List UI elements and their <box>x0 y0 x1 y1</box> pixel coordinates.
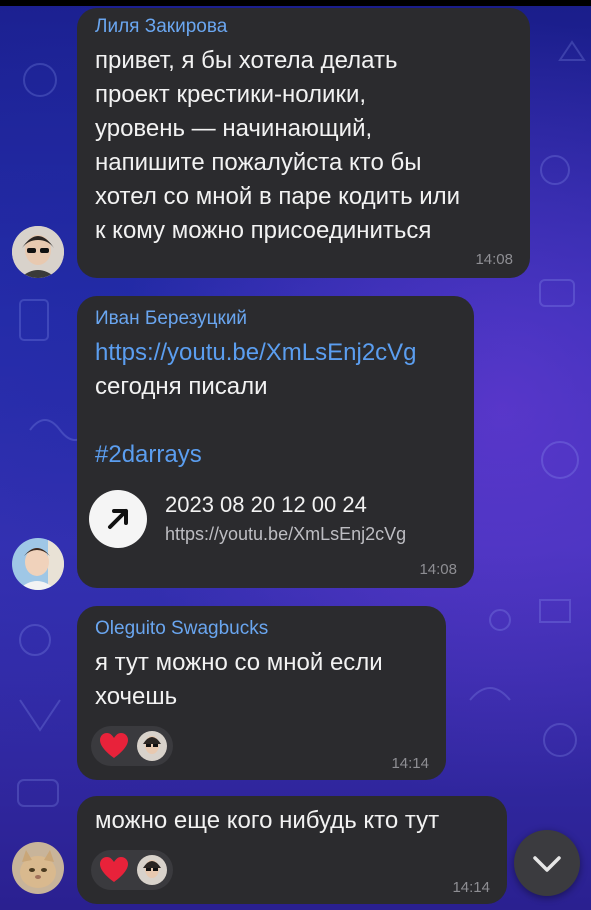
link-preview-url: https://youtu.be/XmLsEnj2cVg <box>165 524 407 544</box>
message-line: хотел со мной в паре кодить или <box>95 183 461 210</box>
message-line: проект крестики-нолики, <box>95 81 367 108</box>
message-text: я тут можно со мной если хочешь <box>95 646 383 714</box>
message-time: 14:14 <box>452 879 490 896</box>
message-line: уровень — начинающий, <box>95 115 373 142</box>
message-text: сегодня писали <box>95 373 268 400</box>
message-line: к кому можно присоединиться <box>95 217 432 244</box>
reaction-avatar <box>137 855 167 885</box>
avatar[interactable] <box>12 842 64 894</box>
chevron-down-icon <box>533 856 561 872</box>
message-time: 14:14 <box>391 755 429 772</box>
reaction-chip[interactable] <box>91 850 173 890</box>
message-line: привет, я бы хотела делать <box>95 47 398 74</box>
message-time: 14:08 <box>475 251 513 268</box>
sender-name[interactable]: Иван Березуцкий <box>95 308 247 330</box>
message-text: можно еще кого нибудь кто тут <box>95 807 440 834</box>
message-line: я тут можно со мной если <box>95 649 383 676</box>
message-text: привет, я бы хотела делать проект крести… <box>95 44 460 248</box>
heart-icon <box>100 857 128 882</box>
avatar[interactable] <box>12 538 64 590</box>
arrow-up-right-icon <box>89 490 147 548</box>
heart-icon <box>100 733 128 758</box>
link-preview[interactable]: 2023 08 20 12 00 24 https://youtu.be/XmL… <box>89 486 459 556</box>
message-bubble[interactable]: Oleguito Swagbucks я тут можно со мной е… <box>77 606 446 780</box>
message-line: хочешь <box>95 683 178 710</box>
sender-name[interactable]: Лиля Закирова <box>95 16 227 38</box>
avatar-photo <box>12 226 64 278</box>
avatar-photo <box>12 538 64 590</box>
message-time: 14:08 <box>419 561 457 578</box>
reaction-avatar <box>137 731 167 761</box>
message-link[interactable]: https://youtu.be/XmLsEnj2cVg <box>95 336 417 370</box>
status-bar-edge <box>0 0 591 6</box>
sender-name[interactable]: Oleguito Swagbucks <box>95 618 268 640</box>
avatar[interactable] <box>12 226 64 278</box>
message-bubble[interactable]: Иван Березуцкий https://youtu.be/XmLsEnj… <box>77 296 474 588</box>
link-preview-title: 2023 08 20 12 00 24 <box>165 492 367 517</box>
avatar-photo <box>12 842 64 894</box>
scroll-down-button[interactable] <box>514 830 580 896</box>
reaction-chip[interactable] <box>91 726 173 766</box>
message-bubble[interactable]: Лиля Закирова привет, я бы хотела делать… <box>77 8 530 278</box>
message-line: напишите пожалуйста кто бы <box>95 149 422 176</box>
message-bubble[interactable]: можно еще кого нибудь кто тут 14:14 <box>77 796 507 904</box>
hashtag-link[interactable]: #2darrays <box>95 438 202 472</box>
